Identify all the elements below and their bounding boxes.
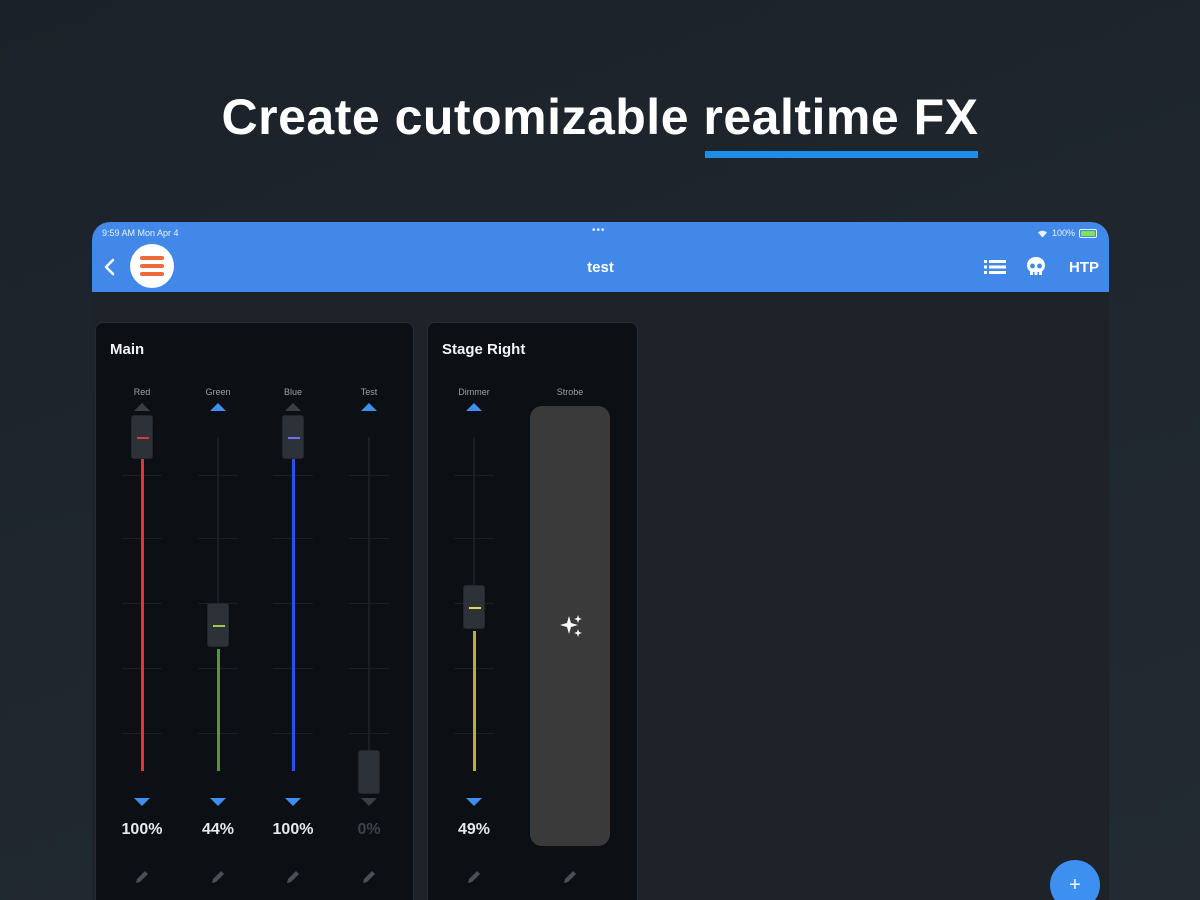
knob-indicator bbox=[137, 437, 149, 439]
fader-knob[interactable] bbox=[282, 415, 304, 459]
htp-button[interactable]: HTP bbox=[1069, 259, 1099, 276]
arrow-down-icon[interactable] bbox=[285, 798, 301, 806]
arrow-up-icon[interactable] bbox=[134, 403, 150, 411]
battery-icon bbox=[1079, 228, 1097, 238]
skull-button[interactable] bbox=[1024, 255, 1048, 279]
app-bar: 9:59 AM Mon Apr 4 ••• 100% test HTP bbox=[92, 222, 1109, 292]
arrow-down-icon[interactable] bbox=[466, 798, 482, 806]
channel-value: 0% bbox=[357, 821, 381, 838]
channel-red: Red 100% bbox=[112, 383, 172, 900]
tick bbox=[349, 603, 389, 604]
level-fill bbox=[141, 457, 144, 771]
fader-knob[interactable] bbox=[131, 415, 153, 459]
fader-knob[interactable] bbox=[463, 585, 485, 629]
channel-label: Strobe bbox=[556, 387, 584, 397]
channel-blue: Blue 100% bbox=[263, 383, 323, 900]
track bbox=[368, 437, 370, 751]
panel-stage-right: Stage Right Dimmer 49% Strobe bbox=[427, 322, 638, 900]
tick bbox=[349, 475, 389, 476]
headline-plain: Create cutomizable bbox=[221, 89, 704, 145]
pencil-icon[interactable] bbox=[466, 869, 482, 885]
status-dots: ••• bbox=[592, 225, 606, 236]
panel-main: Main Red 100% Green 44% Blue 100% Test 0… bbox=[95, 322, 414, 900]
tick bbox=[349, 668, 389, 669]
tick bbox=[349, 733, 389, 734]
tablet-screen: 9:59 AM Mon Apr 4 ••• 100% test HTP Main… bbox=[92, 222, 1109, 900]
arrow-down-icon[interactable] bbox=[134, 798, 150, 806]
headline: Create cutomizable realtime FX bbox=[0, 88, 1200, 158]
headline-highlight: realtime FX bbox=[703, 89, 979, 158]
pencil-icon[interactable] bbox=[361, 869, 377, 885]
arrow-up-icon[interactable] bbox=[285, 403, 301, 411]
channel-label: Blue bbox=[283, 387, 302, 397]
tick bbox=[198, 475, 238, 476]
tick bbox=[198, 538, 238, 539]
panel-title: Stage Right bbox=[442, 341, 526, 358]
arrow-up-icon[interactable] bbox=[361, 403, 377, 411]
battery-percent: 100% bbox=[1051, 228, 1075, 238]
knob-indicator bbox=[288, 437, 300, 439]
tick bbox=[454, 538, 494, 539]
channel-label: Red bbox=[133, 387, 151, 397]
arrow-up-icon[interactable] bbox=[466, 403, 482, 411]
wifi-icon bbox=[1037, 230, 1047, 237]
track bbox=[473, 437, 475, 587]
level-fill bbox=[473, 631, 476, 771]
arrow-down-icon[interactable] bbox=[361, 798, 377, 806]
strobe-button[interactable] bbox=[530, 406, 610, 846]
list-icon bbox=[984, 260, 1006, 274]
channel-value: 100% bbox=[272, 821, 314, 838]
fader-knob[interactable] bbox=[207, 603, 229, 647]
pencil-icon[interactable] bbox=[210, 869, 226, 885]
level-fill bbox=[292, 457, 295, 771]
arrow-down-icon[interactable] bbox=[210, 798, 226, 806]
fader-knob[interactable] bbox=[358, 750, 380, 794]
channel-value: 49% bbox=[457, 821, 491, 838]
tick bbox=[349, 538, 389, 539]
list-button[interactable] bbox=[984, 259, 1006, 275]
add-button[interactable]: + bbox=[1050, 860, 1100, 900]
level-fill bbox=[217, 649, 220, 771]
arrow-up-icon[interactable] bbox=[210, 403, 226, 411]
panel-title: Main bbox=[110, 341, 145, 358]
channel-value: 100% bbox=[121, 821, 163, 838]
pencil-icon[interactable] bbox=[562, 869, 578, 885]
skull-icon bbox=[1027, 257, 1045, 275]
channel-label: Dimmer bbox=[458, 387, 490, 397]
knob-indicator bbox=[469, 607, 481, 609]
channel-value: 44% bbox=[201, 821, 235, 838]
channel-label: Green bbox=[205, 387, 231, 397]
track bbox=[217, 437, 219, 605]
pencil-icon[interactable] bbox=[285, 869, 301, 885]
app-title: test bbox=[587, 259, 614, 276]
channel-label: Test bbox=[360, 387, 378, 397]
status-time: 9:59 AM Mon Apr 4 bbox=[102, 228, 179, 238]
channel-test: Test 0% bbox=[339, 383, 399, 900]
pencil-icon[interactable] bbox=[134, 869, 150, 885]
sparkle-icon bbox=[560, 615, 582, 637]
channel-dimmer: Dimmer 49% bbox=[444, 383, 504, 900]
tick bbox=[454, 475, 494, 476]
channel-green: Green 44% bbox=[188, 383, 248, 900]
knob-indicator bbox=[213, 625, 225, 627]
status-right: 100% bbox=[1037, 228, 1097, 238]
